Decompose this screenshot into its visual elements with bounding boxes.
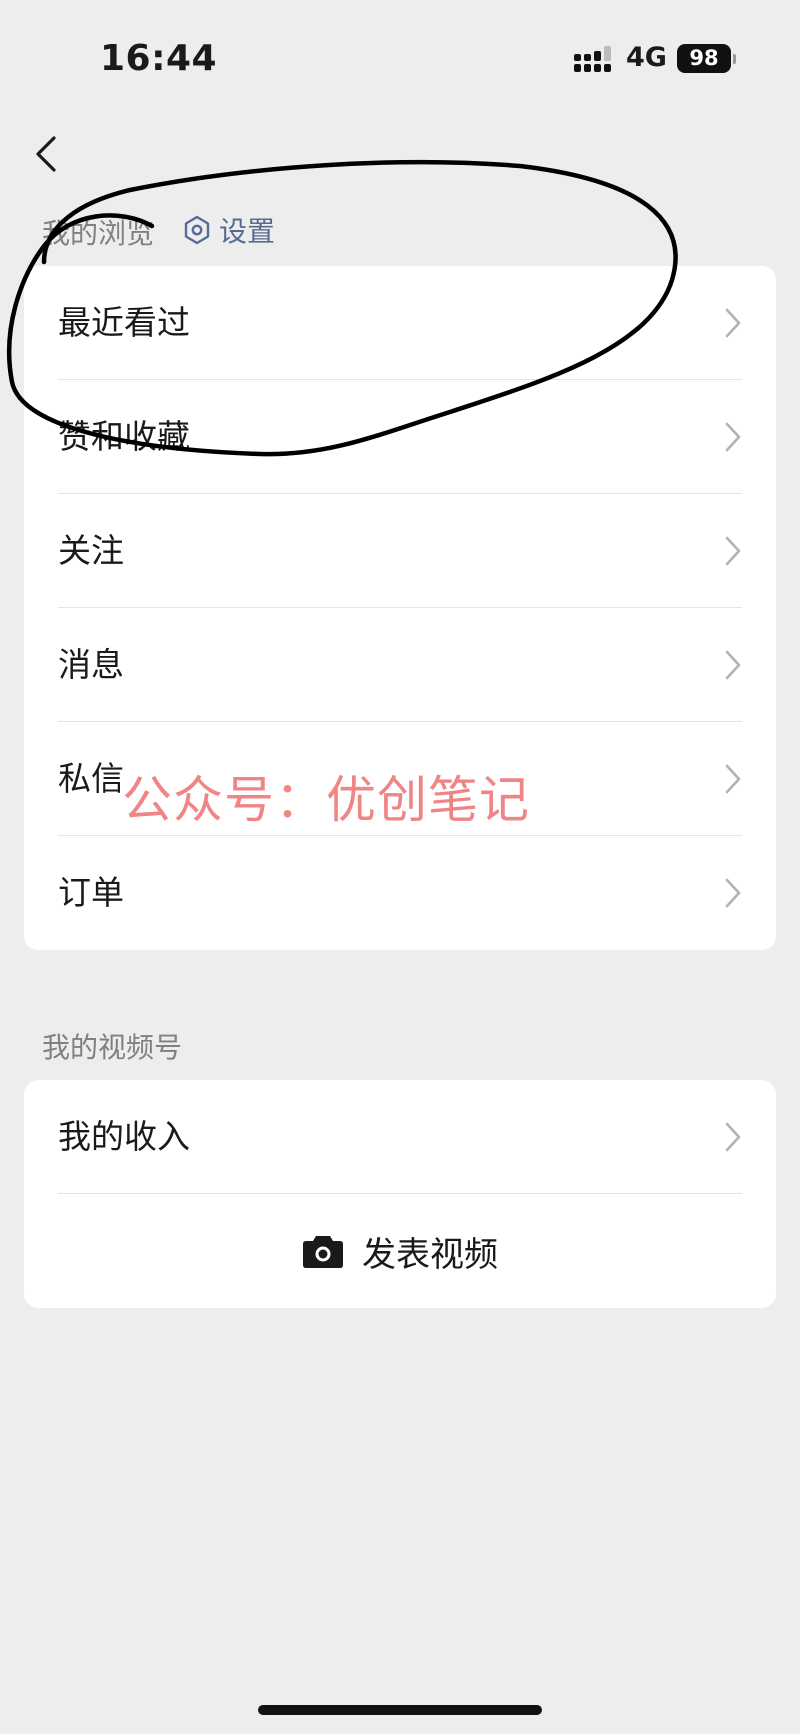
status-time: 16:44	[100, 38, 218, 79]
channels-card: 我的收入 发表视频	[24, 1080, 776, 1308]
chevron-right-icon	[725, 536, 741, 566]
row-label: 消息	[58, 645, 124, 684]
row-label: 订单	[58, 873, 124, 912]
chevron-right-icon	[725, 1122, 741, 1152]
row-orders[interactable]: 订单	[24, 836, 776, 950]
publish-video-button[interactable]: 发表视频	[24, 1194, 776, 1308]
row-label: 关注	[58, 531, 124, 570]
row-recently-viewed[interactable]: 最近看过	[24, 266, 776, 380]
back-chevron-icon[interactable]	[30, 132, 66, 176]
home-indicator	[258, 1705, 542, 1715]
settings-hexagon-icon	[184, 215, 210, 245]
row-messages[interactable]: 消息	[24, 608, 776, 722]
row-following[interactable]: 关注	[24, 494, 776, 608]
row-label: 私信	[58, 759, 124, 798]
status-bar: 16:44 4G 98	[0, 0, 800, 118]
row-my-income[interactable]: 我的收入	[24, 1080, 776, 1194]
chevron-right-icon	[725, 650, 741, 680]
row-label: 最近看过	[58, 303, 190, 342]
chevron-right-icon	[725, 422, 741, 452]
browsing-card: 最近看过 赞和收藏 关注 消息 私信 订单	[24, 266, 776, 950]
chevron-right-icon	[725, 878, 741, 908]
signal-strength-icon	[574, 46, 611, 72]
network-type: 4G	[626, 42, 667, 73]
battery-tip	[733, 54, 736, 64]
watermark-text: 公众号：优创笔记	[122, 771, 530, 829]
channels-section-title: 我的视频号	[42, 1031, 183, 1064]
settings-label: 设置	[219, 215, 276, 248]
browsing-section-title: 我的浏览	[42, 217, 155, 250]
settings-link[interactable]: 设置	[183, 212, 275, 248]
row-label: 我的收入	[58, 1117, 190, 1156]
row-likes-favorites[interactable]: 赞和收藏	[24, 380, 776, 494]
chevron-right-icon	[725, 308, 741, 338]
row-label: 赞和收藏	[58, 417, 190, 456]
chevron-right-icon	[725, 764, 741, 794]
battery-icon: 98	[677, 44, 731, 73]
camera-icon	[303, 1236, 343, 1268]
publish-video-label: 发表视频	[362, 1234, 498, 1275]
